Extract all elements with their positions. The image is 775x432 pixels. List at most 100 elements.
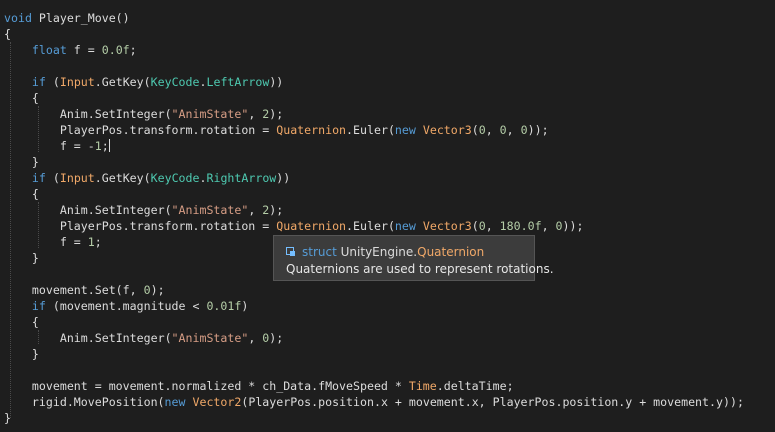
indent-guide bbox=[38, 106, 39, 152]
code-line[interactable]: PlayerPos.transform.rotation = Quaternio… bbox=[4, 122, 549, 138]
code-token: ( bbox=[164, 331, 172, 345]
code-token: (movement.magnitude < bbox=[45, 299, 207, 313]
code-line[interactable]: if (Input.GetKey(KeyCode.LeftArrow)) bbox=[4, 74, 283, 90]
indent-guide bbox=[38, 202, 39, 248]
text-cursor bbox=[108, 139, 110, 152]
code-line[interactable]: if (Input.GetKey(KeyCode.RightArrow)) bbox=[4, 170, 290, 186]
code-editor[interactable]: void Player_Move(){ float f = 0.0f; if (… bbox=[0, 0, 775, 432]
code-token: ) bbox=[241, 299, 249, 313]
indent-guide bbox=[38, 330, 39, 344]
code-token: Euler bbox=[353, 123, 388, 137]
code-token: "AnimState" bbox=[171, 107, 249, 121]
code-token: rigid.MovePosition( bbox=[4, 395, 165, 409]
tooltip-signature: struct UnityEngine.Quaternion bbox=[286, 245, 484, 259]
code-line[interactable]: if (movement.magnitude < 0.01f) bbox=[4, 298, 248, 314]
code-token: 0 bbox=[143, 283, 151, 297]
code-token: 1 bbox=[94, 139, 102, 153]
code-token: float bbox=[31, 43, 67, 57]
code-token: new bbox=[394, 123, 416, 137]
code-line[interactable]: Anim.SetInteger("AnimState", 2); bbox=[4, 202, 283, 218]
code-token: . bbox=[346, 123, 354, 137]
code-line[interactable]: float f = 0.0f; bbox=[4, 42, 137, 58]
code-token: . bbox=[346, 219, 354, 233]
code-line[interactable]: movement.Set(f, 0); bbox=[4, 282, 165, 298]
struct-icon bbox=[286, 247, 296, 257]
code-token: ; bbox=[129, 43, 137, 57]
code-line[interactable]: Anim.SetInteger("AnimState", 0); bbox=[4, 330, 283, 346]
code-token: SetInteger bbox=[94, 331, 165, 345]
code-token: , bbox=[248, 203, 263, 217]
indent-guide bbox=[10, 42, 11, 418]
code-token: ); bbox=[269, 331, 284, 345]
code-token: Quaternion bbox=[276, 219, 347, 233]
code-token: PlayerPos.transform.rotation = bbox=[4, 219, 277, 233]
code-token: 0 bbox=[478, 219, 486, 233]
code-line[interactable]: f = -1; bbox=[4, 138, 110, 154]
code-token: GetKey bbox=[101, 171, 144, 185]
code-token: Euler bbox=[353, 219, 388, 233]
code-token: SetInteger bbox=[94, 107, 165, 121]
code-line[interactable]: Anim.SetInteger("AnimState", 2); bbox=[4, 106, 283, 122]
code-token: SetInteger bbox=[94, 203, 165, 217]
code-token: 0 bbox=[499, 123, 507, 137]
code-token: if bbox=[31, 75, 46, 89]
tooltip-description: Quaternions are used to represent rotati… bbox=[286, 262, 554, 276]
code-token: ; bbox=[94, 235, 102, 249]
code-token: Vector3 bbox=[422, 219, 472, 233]
code-token: .deltaTime; bbox=[436, 379, 514, 393]
code-token: ); bbox=[269, 107, 284, 121]
code-token: RightArrow bbox=[206, 171, 277, 185]
code-token: Quaternion bbox=[276, 123, 347, 137]
code-token: movement.Set(f, bbox=[4, 283, 144, 297]
code-token: KeyCode bbox=[150, 75, 200, 89]
code-token: Input bbox=[59, 75, 95, 89]
code-token: KeyCode bbox=[150, 171, 200, 185]
code-token: ( bbox=[143, 75, 151, 89]
code-token: { bbox=[4, 27, 11, 41]
code-token: , bbox=[541, 219, 556, 233]
code-token: Input bbox=[59, 171, 95, 185]
tooltip-namespace: UnityEngine. bbox=[340, 245, 418, 259]
code-token: GetKey bbox=[101, 75, 144, 89]
code-token: Anim. bbox=[4, 331, 95, 345]
code-token: , bbox=[485, 123, 500, 137]
code-line[interactable]: void Player_Move() bbox=[4, 10, 130, 26]
code-token: void bbox=[4, 11, 32, 25]
code-token: ( bbox=[387, 123, 395, 137]
code-token: ( bbox=[45, 75, 60, 89]
code-token: ( bbox=[471, 219, 479, 233]
quickinfo-tooltip: struct UnityEngine.Quaternion Quaternion… bbox=[273, 235, 554, 281]
code-line[interactable]: rigid.MovePosition(new Vector2(PlayerPos… bbox=[4, 394, 744, 410]
code-line[interactable]: PlayerPos.transform.rotation = Quaternio… bbox=[4, 218, 584, 234]
code-token: if bbox=[31, 299, 46, 313]
code-line[interactable]: f = 1; bbox=[4, 234, 102, 250]
code-token: )); bbox=[527, 123, 549, 137]
code-token: "AnimState" bbox=[171, 331, 249, 345]
code-token: , bbox=[248, 331, 263, 345]
code-token: movement = movement.normalized * ch_Data… bbox=[4, 379, 409, 393]
code-token: ( bbox=[164, 203, 172, 217]
code-token: LeftArrow bbox=[206, 75, 270, 89]
code-token: . bbox=[94, 171, 102, 185]
code-token: , bbox=[485, 219, 500, 233]
code-token: , bbox=[248, 107, 263, 121]
code-token: 0 bbox=[555, 219, 563, 233]
code-token: )) bbox=[276, 171, 291, 185]
code-token: 180.0f bbox=[499, 219, 542, 233]
code-token: Player_Move() bbox=[31, 11, 130, 25]
tooltip-type-name: Quaternion bbox=[417, 245, 485, 259]
code-token: ( bbox=[471, 123, 479, 137]
code-token: 0 bbox=[520, 123, 528, 137]
code-token: "AnimState" bbox=[171, 203, 249, 217]
code-line[interactable]: movement = movement.normalized * ch_Data… bbox=[4, 378, 514, 394]
code-line[interactable]: { bbox=[4, 26, 11, 42]
code-token: )) bbox=[269, 75, 284, 89]
code-token: PlayerPos.transform.rotation = bbox=[4, 123, 277, 137]
code-token: Vector2 bbox=[192, 395, 242, 409]
code-token: 0.0f bbox=[101, 43, 130, 57]
